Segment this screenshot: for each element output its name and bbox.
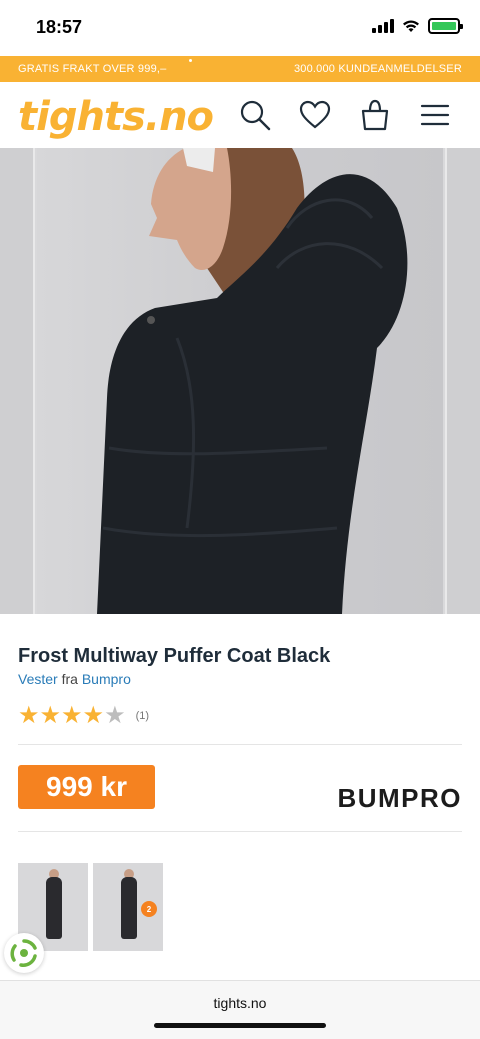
home-indicator[interactable] bbox=[154, 1023, 326, 1028]
brand-link[interactable]: Bumpro bbox=[82, 671, 131, 687]
recycle-icon bbox=[10, 939, 37, 967]
status-bar: 18:57 bbox=[0, 0, 480, 56]
divider bbox=[18, 831, 462, 832]
recycle-widget-button[interactable] bbox=[4, 933, 44, 973]
price-badge: 999 kr bbox=[18, 765, 155, 809]
status-time: 18:57 bbox=[36, 17, 83, 37]
star-icon: ★ bbox=[18, 702, 40, 729]
menu-icon[interactable] bbox=[418, 98, 452, 132]
battery-icon bbox=[428, 18, 463, 34]
product-image-carousel[interactable] bbox=[0, 148, 480, 614]
bag-icon[interactable] bbox=[358, 98, 392, 132]
search-icon[interactable] bbox=[238, 98, 272, 132]
thumbnail-gallery: 2 bbox=[18, 863, 163, 951]
url-text[interactable]: tights.no bbox=[0, 995, 480, 1011]
promo-bar: GRATIS FRAKT OVER 999,– 300.000 KUNDEANM… bbox=[0, 56, 480, 82]
model-wearing-coat-illustration bbox=[97, 148, 408, 614]
brand-logo[interactable]: BUMPRO bbox=[337, 783, 462, 814]
next-image-peek[interactable] bbox=[445, 148, 480, 614]
browser-url-bar[interactable]: tights.no bbox=[0, 980, 480, 1039]
from-word: fra bbox=[61, 671, 78, 687]
divider bbox=[18, 744, 462, 745]
promo-carousel-dot bbox=[189, 59, 192, 62]
thumbnail-image[interactable]: 2 bbox=[93, 863, 163, 951]
category-link[interactable]: Vester bbox=[18, 671, 58, 687]
status-icons bbox=[372, 18, 463, 34]
previous-image-peek[interactable] bbox=[0, 148, 35, 614]
product-main-image[interactable] bbox=[37, 148, 443, 614]
thumbnail-badge: 2 bbox=[141, 901, 157, 917]
site-logo[interactable]: tights.no bbox=[18, 94, 214, 140]
promo-free-shipping: GRATIS FRAKT OVER 999,– bbox=[18, 63, 167, 75]
wifi-icon bbox=[403, 20, 419, 32]
product-title: Frost Multiway Puffer Coat Black bbox=[18, 645, 331, 667]
promo-reviews: 300.000 KUNDEANMELDELSER bbox=[293, 63, 462, 75]
product-rating[interactable]: ★ ★ ★ ★ ★ (1) bbox=[18, 704, 149, 728]
header-icons bbox=[238, 98, 452, 132]
heart-icon[interactable] bbox=[298, 98, 332, 132]
cellular-signal-icon bbox=[372, 19, 394, 33]
star-icon: ★ bbox=[82, 702, 105, 729]
product-category-line: Vester fra Bumpro bbox=[18, 671, 131, 687]
star-icon: ★ bbox=[39, 702, 62, 729]
review-count[interactable]: (1) bbox=[136, 710, 149, 722]
star-empty-icon: ★ bbox=[104, 702, 126, 729]
star-icon: ★ bbox=[61, 702, 83, 729]
site-header: tights.no bbox=[0, 82, 480, 148]
